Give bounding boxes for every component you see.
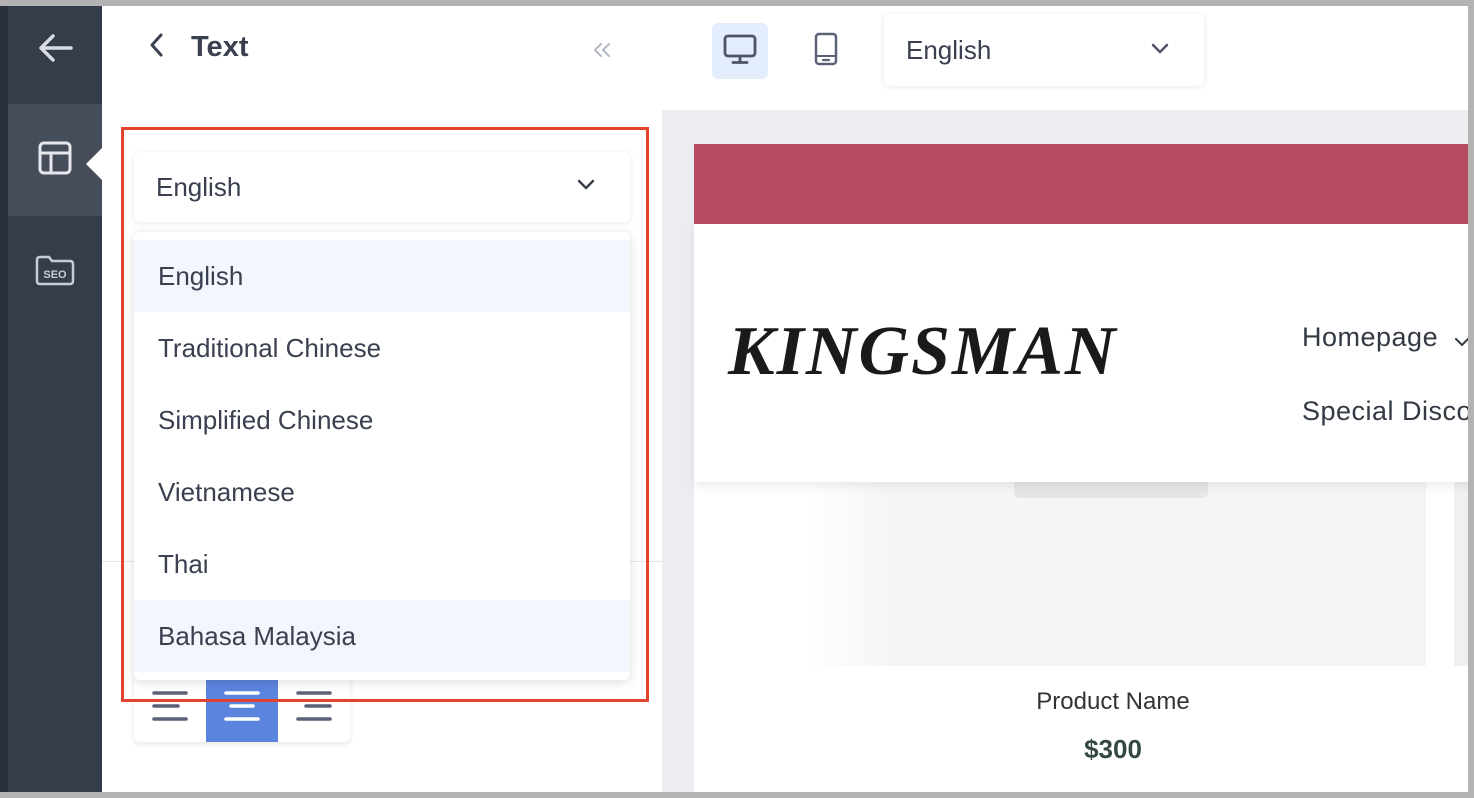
announcement-banner xyxy=(694,144,1468,224)
product-price: $300 xyxy=(1084,734,1142,764)
language-dropdown-menu: English Traditional Chinese Simplified C… xyxy=(134,232,630,680)
language-option-traditional-chinese[interactable]: Traditional Chinese xyxy=(134,312,630,384)
language-option-bahasa-malaysia[interactable]: Bahasa Malaysia xyxy=(134,600,630,672)
align-right-icon xyxy=(296,690,332,727)
preview-language-value: English xyxy=(906,34,992,65)
next-product-edge xyxy=(1454,482,1468,666)
text-align-group xyxy=(134,674,350,742)
panel-language-select[interactable]: English xyxy=(134,152,630,222)
align-center-icon xyxy=(224,690,260,727)
arrow-left-icon xyxy=(37,33,73,68)
align-center-button[interactable] xyxy=(206,674,278,742)
preview-page: KINGSMAN Homepage Special Disco Product … xyxy=(694,144,1468,798)
desktop-icon xyxy=(723,33,757,70)
preview-language-select[interactable]: English xyxy=(884,14,1204,86)
product-image-tab xyxy=(1014,482,1208,498)
mobile-view-button[interactable] xyxy=(798,23,854,79)
product-name[interactable]: Product Name xyxy=(694,688,1468,716)
product-image[interactable] xyxy=(806,482,1426,666)
chevron-down-icon xyxy=(1454,323,1468,354)
chevron-down-icon xyxy=(576,178,596,196)
align-right-button[interactable] xyxy=(278,674,350,742)
back-arrow-button[interactable] xyxy=(8,0,102,100)
align-left-button[interactable] xyxy=(134,674,206,742)
seo-button[interactable]: SEO xyxy=(8,222,102,322)
language-option-english[interactable]: English xyxy=(134,240,630,312)
chevron-down-icon xyxy=(1150,42,1170,60)
site-header: KINGSMAN Homepage Special Disco xyxy=(694,224,1468,482)
desktop-view-button[interactable] xyxy=(712,23,768,79)
chevron-left-icon xyxy=(148,32,164,63)
seo-folder-icon: SEO xyxy=(35,254,75,291)
nav-special-discount[interactable]: Special Disco xyxy=(1302,396,1468,427)
panel-back-button[interactable] xyxy=(142,32,170,62)
panel-language-value: English xyxy=(156,171,242,202)
layout-icon xyxy=(38,141,72,180)
language-option-vietnamese[interactable]: Vietnamese xyxy=(134,456,630,528)
preview-canvas: KINGSMAN Homepage Special Disco Product … xyxy=(662,110,1468,798)
nav-homepage-label: Homepage xyxy=(1302,322,1439,352)
panel-title: Text xyxy=(191,31,249,63)
seo-icon-label: SEO xyxy=(43,269,67,281)
align-left-icon xyxy=(152,690,188,727)
store-logo: KINGSMAN xyxy=(728,313,1118,390)
double-chevron-left-icon xyxy=(592,34,612,64)
mobile-icon xyxy=(814,32,838,71)
left-rail: SEO xyxy=(0,0,102,798)
language-option-thai[interactable]: Thai xyxy=(134,528,630,600)
language-option-simplified-chinese[interactable]: Simplified Chinese xyxy=(134,384,630,456)
collapse-panel-button[interactable] xyxy=(592,34,612,65)
layout-button[interactable] xyxy=(8,104,102,216)
nav-homepage[interactable]: Homepage xyxy=(1302,322,1468,354)
panel-header: Text xyxy=(102,6,662,96)
rail-stripe xyxy=(0,0,8,798)
